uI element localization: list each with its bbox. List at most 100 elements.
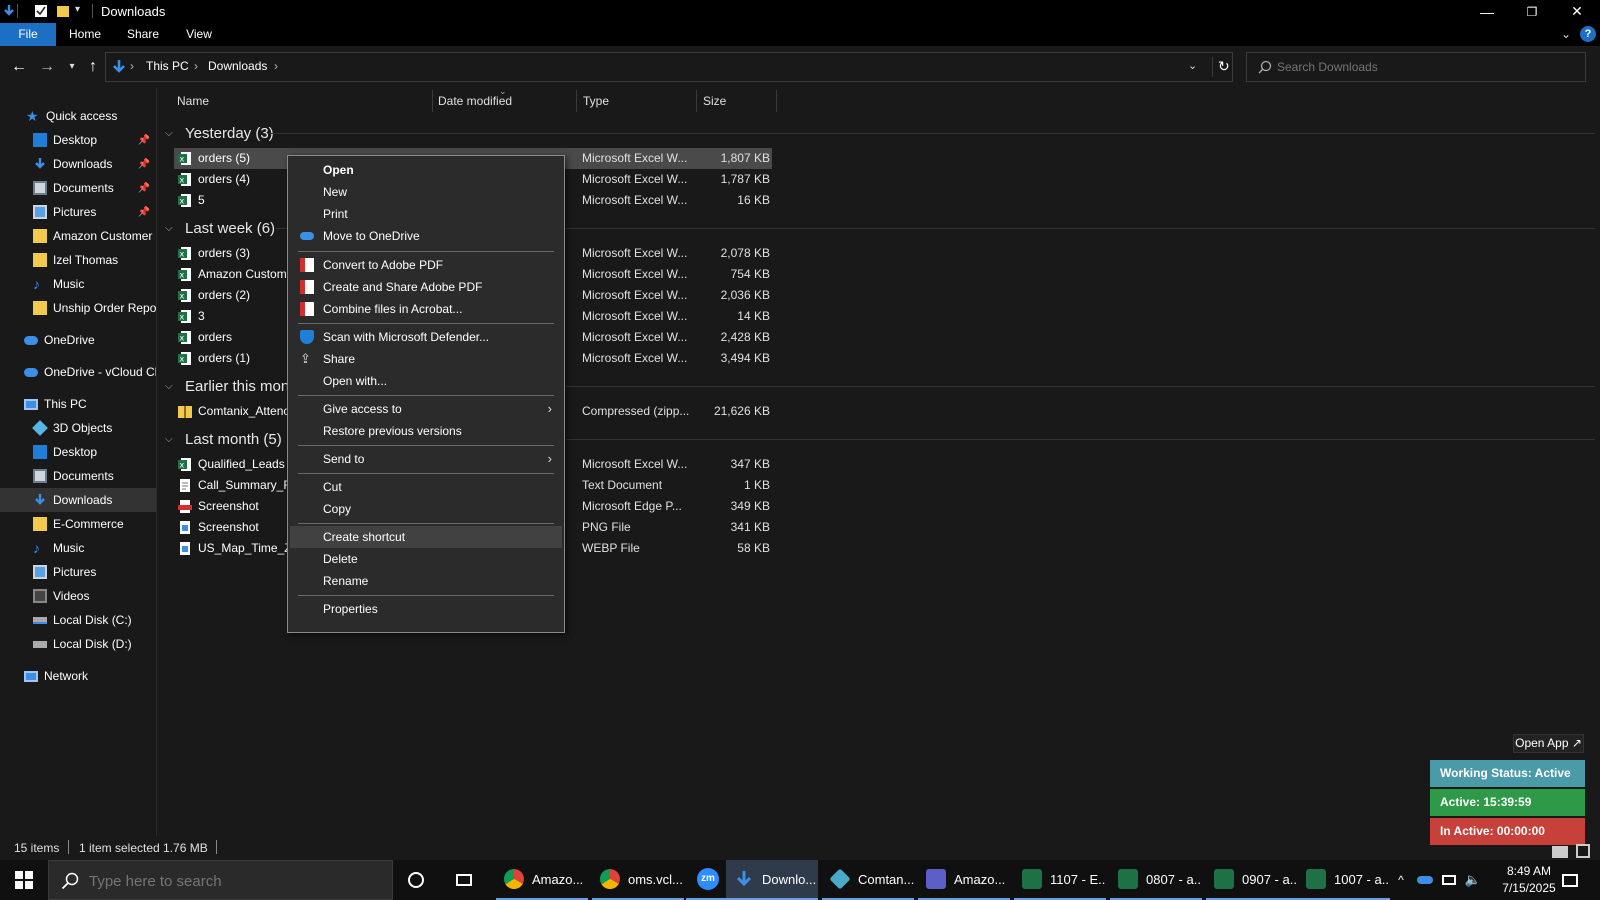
- expand-ribbon-chevron-icon[interactable]: ⌄: [1556, 23, 1576, 46]
- taskbar-app-file-explorer[interactable]: Downlo...: [726, 860, 818, 900]
- menu-item-create-share-adobe-pdf[interactable]: Create and Share Adobe PDF: [290, 276, 562, 298]
- menu-item-copy[interactable]: Copy: [290, 498, 562, 520]
- forward-arrow-icon[interactable]: →: [37, 57, 57, 77]
- sidebar-item-izel-thomas[interactable]: Izel Thomas: [0, 248, 156, 272]
- column-divider[interactable]: [776, 90, 777, 112]
- back-arrow-icon[interactable]: ←: [9, 57, 29, 77]
- minimize-button[interactable]: —: [1464, 0, 1510, 23]
- column-divider[interactable]: [432, 90, 433, 112]
- menu-item-print[interactable]: Print: [290, 203, 562, 225]
- search-input[interactable]: [1277, 58, 1577, 76]
- menu-item-scan-defender[interactable]: Scan with Microsoft Defender...: [290, 326, 562, 348]
- sidebar-item-e-commerce[interactable]: E-Commerce: [0, 512, 156, 536]
- taskbar-app-excel-1007[interactable]: 1007 - a...: [1298, 860, 1390, 900]
- taskbar-search[interactable]: [48, 860, 393, 900]
- search-box[interactable]: [1246, 52, 1586, 82]
- sidebar-item-unship-order-report[interactable]: Unship Order Repor: [0, 296, 156, 320]
- task-view-icon[interactable]: [442, 860, 486, 900]
- sidebar-item-network[interactable]: Network: [0, 664, 156, 688]
- status-bar: 15 items 1 item selected 1.76 MB: [0, 836, 1600, 860]
- maximize-button[interactable]: ❐: [1509, 0, 1555, 23]
- sidebar-item-this-pc[interactable]: This PC: [0, 392, 156, 416]
- column-header-type[interactable]: Type: [583, 94, 609, 108]
- group-header-earlier-this-month[interactable]: ⌵ Earlier this mont: [165, 375, 293, 397]
- sidebar-item-desktop[interactable]: Desktop 📌: [0, 128, 156, 152]
- sidebar-item-videos[interactable]: Videos: [0, 584, 156, 608]
- menu-item-share[interactable]: ⇪ Share: [290, 348, 562, 370]
- menu-item-send-to[interactable]: Send to ›: [290, 448, 562, 470]
- sidebar-item-local-disk-c[interactable]: Local Disk (C:): [0, 608, 156, 632]
- menu-item-properties[interactable]: Properties: [290, 598, 562, 620]
- column-header-name[interactable]: Name: [177, 94, 209, 108]
- zoom-icon[interactable]: zm: [686, 860, 730, 900]
- taskbar-app-excel-0807[interactable]: 0807 - a...: [1110, 860, 1202, 900]
- sidebar-item-pictures[interactable]: Pictures 📌: [0, 200, 156, 224]
- menu-item-give-access-to[interactable]: Give access to ›: [290, 398, 562, 420]
- up-arrow-icon[interactable]: ↑: [83, 57, 103, 77]
- properties-check-icon[interactable]: [34, 4, 48, 18]
- refresh-icon[interactable]: ↻: [1218, 58, 1230, 75]
- menu-item-delete[interactable]: Delete: [290, 548, 562, 570]
- menu-item-convert-to-adobe-pdf[interactable]: Convert to Adobe PDF: [290, 254, 562, 276]
- address-dropdown-chevron-icon[interactable]: ⌄: [1188, 59, 1197, 72]
- menu-item-move-to-onedrive[interactable]: Move to OneDrive: [290, 225, 562, 247]
- sidebar-item-music-pc[interactable]: ♪ Music: [0, 536, 156, 560]
- sidebar-item-local-disk-d[interactable]: Local Disk (D:): [0, 632, 156, 656]
- breadcrumb-this-pc[interactable]: This PC: [146, 59, 189, 73]
- details-view-icon[interactable]: [1576, 844, 1590, 858]
- widget-toggle-icon[interactable]: [1552, 846, 1568, 858]
- address-bar[interactable]: › This PC › Downloads › ⌄ ↻: [105, 52, 1233, 82]
- customize-quick-access-chevron-icon[interactable]: ▾: [75, 4, 89, 18]
- volume-icon[interactable]: 🔈: [1460, 860, 1486, 900]
- group-header-last-week[interactable]: ⌵ Last week (6): [165, 217, 275, 239]
- column-header-size[interactable]: Size: [703, 94, 726, 108]
- taskbar-app-excel-0907[interactable]: 0907 - a...: [1206, 860, 1298, 900]
- sidebar-item-quick-access[interactable]: ★ Quick access: [0, 104, 156, 128]
- sidebar-item-amazon-customer[interactable]: Amazon Customer: [0, 224, 156, 248]
- taskbar-app-chrome-amazon[interactable]: Amazo...: [496, 860, 588, 900]
- menu-item-rename[interactable]: Rename: [290, 570, 562, 592]
- recent-locations-chevron-icon[interactable]: ▾: [62, 57, 82, 77]
- sidebar-item-3d-objects[interactable]: 3D Objects: [0, 416, 156, 440]
- column-divider[interactable]: [576, 90, 577, 112]
- menu-item-cut[interactable]: Cut: [290, 476, 562, 498]
- cortana-circle-icon[interactable]: [394, 860, 438, 900]
- sidebar-item-downloads[interactable]: Downloads 📌: [0, 152, 156, 176]
- new-folder-icon[interactable]: [56, 4, 70, 18]
- open-app-button[interactable]: Open App ↗: [1513, 734, 1584, 753]
- taskbar-app-excel-1107[interactable]: 1107 - E...: [1014, 860, 1106, 900]
- close-button[interactable]: ✕: [1554, 0, 1600, 23]
- sidebar-item-documents[interactable]: Documents 📌: [0, 176, 156, 200]
- column-divider[interactable]: [696, 90, 697, 112]
- menu-item-create-shortcut[interactable]: Create shortcut: [290, 526, 562, 548]
- help-icon[interactable]: ?: [1580, 26, 1596, 42]
- sidebar-item-documents-pc[interactable]: Documents: [0, 464, 156, 488]
- show-hidden-icons-chevron-icon[interactable]: ^: [1388, 860, 1414, 900]
- group-header-last-month[interactable]: ⌵ Last month (5): [165, 428, 282, 450]
- start-button[interactable]: [0, 860, 48, 900]
- menu-item-combine-in-acrobat[interactable]: Combine files in Acrobat...: [290, 298, 562, 320]
- sidebar-item-onedrive[interactable]: OneDrive: [0, 328, 156, 352]
- taskbar-app-chrome-oms[interactable]: oms.vcl...: [592, 860, 684, 900]
- onedrive-tray-icon[interactable]: [1412, 860, 1438, 900]
- menu-item-open-with[interactable]: Open with...: [290, 370, 562, 392]
- tab-share[interactable]: Share: [120, 23, 166, 46]
- tab-file[interactable]: File: [0, 23, 56, 46]
- menu-item-open[interactable]: Open: [290, 159, 562, 181]
- sidebar-item-pictures-pc[interactable]: Pictures: [0, 560, 156, 584]
- breadcrumb-downloads[interactable]: Downloads: [208, 59, 267, 73]
- tab-view[interactable]: View: [176, 23, 222, 46]
- sidebar-item-desktop-pc[interactable]: Desktop: [0, 440, 156, 464]
- notification-center-icon[interactable]: [1548, 860, 1592, 900]
- menu-item-new[interactable]: New: [290, 181, 562, 203]
- sidebar-item-onedrive-vcloud[interactable]: OneDrive - vCloud Cl: [0, 360, 156, 384]
- sidebar-item-downloads-pc[interactable]: Downloads: [0, 488, 156, 512]
- network-tray-icon[interactable]: [1436, 860, 1462, 900]
- menu-item-restore-previous-versions[interactable]: Restore previous versions: [290, 420, 562, 442]
- taskbar-app-teams[interactable]: Amazo...: [918, 860, 1010, 900]
- taskbar-app-comtanix[interactable]: Comtan...: [822, 860, 914, 900]
- group-header-yesterday[interactable]: ⌵ Yesterday (3): [165, 122, 274, 144]
- sidebar-item-music[interactable]: ♪ Music: [0, 272, 156, 296]
- taskbar-search-input[interactable]: [89, 872, 379, 890]
- tab-home[interactable]: Home: [62, 23, 108, 46]
